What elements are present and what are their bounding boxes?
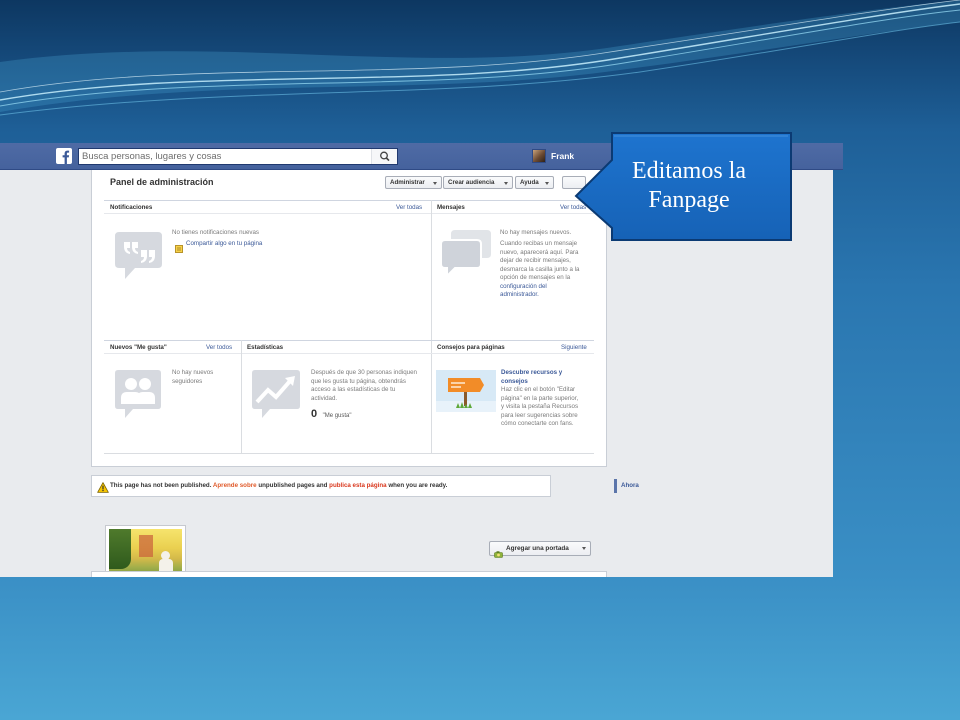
- admin-sections: Notificaciones Ver todas Mensajes Ver to…: [104, 200, 594, 454]
- tips-text-line: página" en la parte superior,: [501, 394, 579, 402]
- line-chart-icon: [252, 370, 300, 423]
- administrar-button[interactable]: Administrar: [385, 176, 442, 189]
- profile-picture[interactable]: [105, 525, 186, 577]
- messages-text-line: opción de mensajes en la: [500, 274, 571, 281]
- publish-page-link[interactable]: publica esta página: [329, 482, 386, 489]
- new-likes-header: Nuevos "Me gusta": [110, 344, 167, 351]
- avatar[interactable]: [532, 149, 546, 163]
- button-label: Administrar: [390, 179, 425, 186]
- panel-title: Panel de administración: [110, 177, 214, 187]
- warning-icon: [97, 480, 109, 498]
- notice-text-part: This page has not been published.: [110, 482, 212, 489]
- profile-photo: [109, 529, 182, 577]
- admin-panel: Panel de administración Administrar Crea…: [91, 170, 607, 467]
- tips-next-link[interactable]: Siguiente: [561, 341, 587, 354]
- caret-down-icon: [504, 181, 508, 185]
- messages-text-line: desmarca la casilla junto a la: [500, 265, 580, 273]
- messages-header: Mensajes: [437, 204, 465, 211]
- tips-text-line: y visita la pestaña Recursos: [501, 403, 579, 410]
- row-header-bottom: Nuevos "Me gusta" Ver todos Estadísticas…: [104, 340, 594, 354]
- timeline-card: [91, 571, 607, 577]
- new-likes-text-line: No hay nuevos: [172, 369, 214, 376]
- learn-about-link[interactable]: Aprende sobre: [213, 482, 257, 489]
- camera-icon: [494, 545, 503, 563]
- column-divider: [431, 200, 432, 454]
- add-cover-label: Agregar una portada: [506, 545, 569, 552]
- search-input[interactable]: [82, 149, 370, 164]
- search-button[interactable]: [371, 149, 397, 164]
- add-cover-button[interactable]: Agregar una portada: [489, 541, 591, 558]
- stats-text-line: Después de que 30 personas indiquen: [311, 369, 417, 376]
- admin-settings-link[interactable]: configuración del: [500, 283, 579, 292]
- crear-audiencia-button[interactable]: Crear audiencia: [443, 176, 513, 189]
- button-label: Crear audiencia: [448, 179, 495, 186]
- caret-down-icon: [545, 181, 549, 185]
- ayuda-button[interactable]: Ayuda: [515, 176, 554, 189]
- unpublished-notice: This page has not been published. Aprend…: [91, 475, 551, 497]
- tips-text-line: Haz clic en el botón "Editar: [501, 386, 576, 393]
- row-header-top: Notificaciones Ver todas Mensajes Ver to…: [104, 200, 594, 214]
- messages-text: No hay mensajes nuevos. Cuando recibas u…: [500, 229, 579, 300]
- tips-text-line: para leer sugerencias sobre: [501, 411, 578, 419]
- notifications-header: Notificaciones: [110, 204, 153, 211]
- callout-text: Editamos la Fanpage: [600, 157, 778, 215]
- notifications-empty-text: No tienes notificaciones nuevas: [172, 229, 260, 236]
- callout-line: Fanpage: [648, 187, 730, 213]
- new-likes-text: No hay nuevos seguidores: [172, 369, 213, 386]
- photo-wall-shape: [139, 535, 153, 557]
- magnifier-icon: [380, 151, 390, 162]
- tips-title-link[interactable]: Descubre recursos y: [501, 369, 578, 378]
- quote-bubble-icon: [115, 232, 162, 285]
- notifications-see-all-link[interactable]: Ver todas: [396, 201, 422, 214]
- stats-header: Estadísticas: [247, 344, 284, 351]
- timeline-marker: [614, 479, 617, 493]
- slide-wave-decoration: [0, 0, 960, 116]
- tips-text-line: cómo conectarte con fans.: [501, 420, 574, 427]
- stats-text: Después de que 30 personas indiquen que …: [311, 369, 417, 403]
- messages-text-line: nuevo, aparecerá aquí. Para: [500, 248, 579, 256]
- new-likes-text-line: seguidores: [172, 377, 203, 385]
- messages-empty-title: No hay mensajes nuevos.: [500, 229, 572, 236]
- timeline-now-link[interactable]: Ahora: [621, 479, 639, 493]
- flag-sign-icon[interactable]: [436, 370, 496, 417]
- new-likes-see-all-link[interactable]: Ver todos: [206, 341, 232, 354]
- likes-count-number: 0: [311, 408, 318, 420]
- callout-line: Editamos la: [632, 158, 746, 184]
- notice-text: This page has not been published. Aprend…: [110, 476, 447, 496]
- share-something-link[interactable]: Compartir algo en tu página: [186, 240, 262, 249]
- button-label: Ayuda: [520, 179, 539, 186]
- tips-text: Descubre recursos y consejos Haz clic en…: [501, 369, 578, 429]
- column-divider: [241, 340, 242, 454]
- chat-bubbles-icon: [440, 230, 491, 281]
- likes-count-label: "Me gusta": [322, 413, 352, 419]
- note-icon: [175, 240, 183, 253]
- likes-count: 0 "Me gusta": [311, 404, 352, 422]
- notice-text-part: unpublished pages and: [258, 482, 328, 489]
- search-box: [78, 148, 398, 165]
- caret-down-icon: [433, 181, 437, 185]
- stats-text-line: actividad.: [311, 394, 338, 402]
- facebook-f-icon[interactable]: [56, 148, 72, 164]
- tips-title-link[interactable]: consejos: [501, 378, 578, 387]
- photo-tree-shape: [109, 529, 131, 569]
- notice-text-part: when you are ready.: [388, 482, 448, 489]
- stats-text-line: que les gusta tu página, obtendrás: [311, 377, 406, 385]
- tips-header: Consejos para páginas: [437, 344, 505, 351]
- caret-down-icon: [582, 547, 586, 550]
- admin-settings-link[interactable]: administrador.: [500, 291, 579, 300]
- messages-text-line: dejar de recibir mensajes,: [500, 257, 571, 264]
- people-icon: [115, 370, 161, 423]
- messages-text-line: Cuando recibas un mensaje: [500, 240, 578, 247]
- stats-text-line: acceso a las estadísticas de tu: [311, 386, 396, 393]
